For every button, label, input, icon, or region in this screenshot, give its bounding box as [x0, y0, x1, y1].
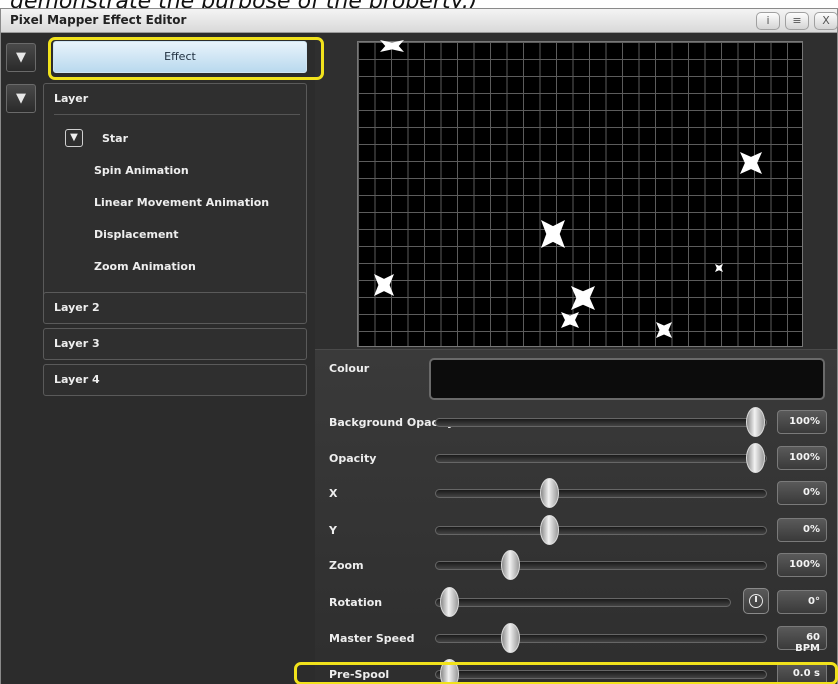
effect-editor-window: Pixel Mapper Effect Editor i ≡ X ▼ Effec… [0, 8, 838, 684]
expand-star-icon[interactable]: ▼ [65, 129, 83, 147]
tree-item-displacement[interactable]: Displacement [94, 228, 179, 241]
layer-4-item[interactable]: Layer 4 [43, 364, 307, 396]
tree-item-spin-animation[interactable]: Spin Animation [94, 164, 189, 177]
y-value[interactable]: 0% [777, 518, 827, 542]
star-shape [715, 264, 723, 272]
master-speed-label: Master Speed [329, 632, 415, 645]
layer-group: Layer ▼ Star Spin Animation Linear Movem… [43, 83, 307, 311]
zoom-label: Zoom [329, 559, 364, 572]
x-value[interactable]: 0% [777, 481, 827, 505]
y-label: Y [329, 524, 337, 537]
y-handle[interactable] [540, 515, 559, 545]
colour-swatch[interactable] [429, 358, 825, 400]
colour-label: Colour [329, 362, 370, 375]
background-opacity-slider[interactable] [435, 418, 767, 427]
expand-layer-icon[interactable]: ▼ [6, 84, 36, 113]
rotation-label: Rotation [329, 596, 383, 609]
info-icon[interactable]: i [756, 12, 780, 30]
tree-item-star[interactable]: Star [102, 132, 128, 145]
x-label: X [329, 487, 338, 500]
star-shape [374, 274, 394, 296]
pre-spool-slider[interactable] [435, 670, 767, 679]
zoom-slider[interactable] [435, 561, 767, 570]
divider [54, 114, 300, 115]
star-shape [656, 322, 672, 338]
zoom-value[interactable]: 100% [777, 553, 827, 577]
expand-effect-icon[interactable]: ▼ [6, 43, 36, 72]
properties-panel: Colour Background Opacity 100% Opacity 1… [315, 349, 837, 684]
layer-2-item[interactable]: Layer 2 [43, 292, 307, 324]
pixel-preview-grid [357, 40, 803, 347]
zoom-handle[interactable] [501, 550, 520, 580]
menu-icon[interactable]: ≡ [785, 12, 809, 30]
master-speed-value[interactable]: 60 BPM [777, 626, 827, 654]
master-speed-handle[interactable] [501, 623, 520, 653]
layer-3-item[interactable]: Layer 3 [43, 328, 307, 360]
dial-hand [755, 596, 757, 602]
x-handle[interactable] [540, 478, 559, 508]
pre-spool-value[interactable]: 0.0 s [777, 662, 827, 684]
title-bar: Pixel Mapper Effect Editor i ≡ X [1, 9, 838, 33]
opacity-value[interactable]: 100% [777, 446, 827, 470]
effect-button[interactable]: Effect [53, 41, 307, 73]
star-shape [571, 286, 595, 310]
window-title: Pixel Mapper Effect Editor [10, 13, 187, 27]
layer-tree-pane: ▼ Effect ▼ Layer ▼ Star Spin Animation L… [1, 33, 324, 684]
opacity-slider[interactable] [435, 454, 767, 463]
background-opacity-value[interactable]: 100% [777, 410, 827, 434]
star-shape [541, 220, 565, 248]
star-shape [380, 40, 404, 52]
pre-spool-handle[interactable] [440, 659, 459, 684]
star-shape [740, 152, 762, 174]
rotation-handle[interactable] [440, 587, 459, 617]
layer-item[interactable]: Layer [54, 92, 88, 105]
opacity-handle[interactable] [746, 443, 765, 473]
opacity-label: Opacity [329, 452, 377, 465]
rotation-dial-icon[interactable] [743, 588, 769, 614]
rotation-value[interactable]: 0° [777, 590, 827, 614]
tree-item-linear-movement[interactable]: Linear Movement Animation [94, 196, 269, 209]
y-slider[interactable] [435, 526, 767, 535]
close-icon[interactable]: X [814, 12, 838, 30]
master-speed-slider[interactable] [435, 634, 767, 643]
tree-item-zoom-animation[interactable]: Zoom Animation [94, 260, 196, 273]
pre-spool-label: Pre-Spool [329, 668, 390, 681]
star-shape [561, 312, 579, 328]
background-opacity-handle[interactable] [746, 407, 765, 437]
x-slider[interactable] [435, 489, 767, 498]
rotation-slider[interactable] [435, 598, 731, 607]
